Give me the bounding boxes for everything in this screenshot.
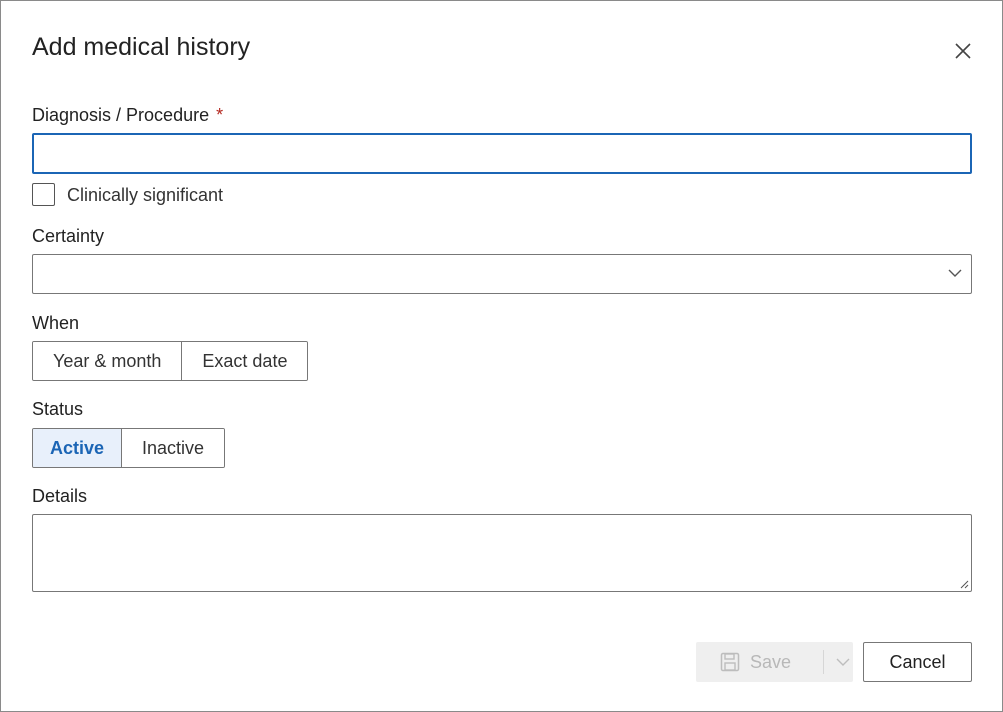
add-medical-history-dialog: Add medical history Diagnosis / Procedur… [0,0,1003,712]
cancel-button[interactable]: Cancel [863,642,972,682]
diagnosis-label: Diagnosis / Procedure * [32,105,223,126]
chevron-down-icon [836,658,850,666]
save-split-button: Save [696,642,853,682]
when-option-year-month[interactable]: Year & month [33,342,182,380]
close-icon [955,43,971,59]
certainty-label: Certainty [32,226,105,246]
chevron-down-icon [948,269,962,277]
status-segmented-control: Active Inactive [32,428,225,468]
dialog-title: Add medical history [32,33,251,61]
close-button[interactable] [951,39,975,63]
details-textarea[interactable] [32,514,972,592]
floppy-disk-icon [720,652,740,672]
save-label: Save [750,651,792,672]
clinically-significant-checkbox[interactable] [32,183,55,206]
save-button[interactable]: Save [696,642,809,682]
when-segmented-control: Year & month Exact date [32,341,309,381]
when-label: When [32,313,80,333]
save-divider [823,650,825,674]
status-option-active[interactable]: Active [33,429,121,467]
save-dropdown-button[interactable] [832,642,853,682]
certainty-select[interactable] [32,254,972,294]
resize-grip-icon[interactable] [959,579,969,589]
required-marker: * [216,105,224,125]
when-option-exact-date[interactable]: Exact date [181,342,308,380]
diagnosis-input[interactable] [32,133,972,174]
diagnosis-label-text: Diagnosis / Procedure [32,105,210,125]
status-label: Status [32,399,84,419]
clinically-significant-label: Clinically significant [67,185,224,205]
details-label: Details [32,486,88,506]
status-option-inactive[interactable]: Inactive [121,429,224,467]
